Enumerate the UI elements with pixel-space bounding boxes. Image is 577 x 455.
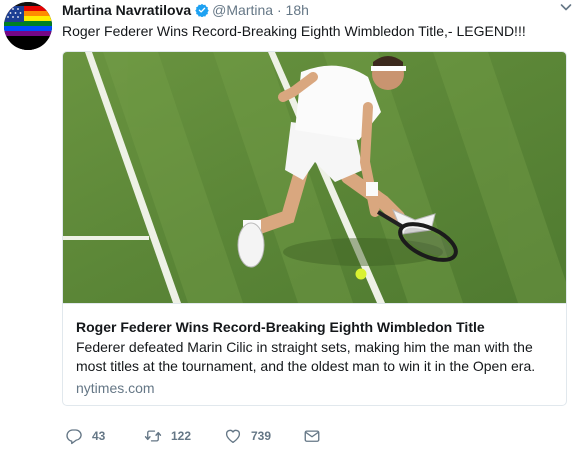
avatar[interactable] bbox=[4, 2, 52, 50]
retweet-count: 122 bbox=[171, 429, 192, 443]
like-icon bbox=[225, 429, 241, 444]
reply-button[interactable]: 43 bbox=[65, 426, 105, 446]
card-body: Roger Federer Wins Record-Breaking Eight… bbox=[63, 303, 566, 405]
like-button[interactable]: 739 bbox=[224, 426, 271, 446]
card-image bbox=[63, 52, 566, 303]
retweet-icon bbox=[144, 430, 162, 442]
reply-count: 43 bbox=[92, 429, 106, 443]
tweet-header: Martina Navratilova @Martina · 18h bbox=[62, 2, 569, 22]
link-card[interactable]: Roger Federer Wins Record-Breaking Eight… bbox=[62, 51, 567, 406]
card-domain: nytimes.com bbox=[76, 380, 155, 396]
direct-message-button[interactable] bbox=[303, 426, 321, 446]
tweet-text: Roger Federer Wins Record-Breaking Eight… bbox=[62, 23, 526, 39]
reply-icon bbox=[66, 429, 82, 445]
avatar-flag-image bbox=[4, 2, 52, 50]
chevron-down-icon[interactable] bbox=[559, 0, 573, 14]
display-name[interactable]: Martina Navratilova bbox=[62, 2, 191, 18]
tweet-actions: 43 122 739 bbox=[62, 426, 562, 448]
card-title[interactable]: Roger Federer Wins Record-Breaking Eight… bbox=[76, 318, 485, 336]
verified-badge-icon bbox=[195, 3, 209, 17]
separator-dot: · bbox=[276, 2, 282, 18]
like-count: 739 bbox=[251, 429, 272, 443]
retweet-button[interactable]: 122 bbox=[144, 426, 191, 446]
card-description: Federer defeated Marin Cilic in straight… bbox=[76, 339, 536, 374]
handle[interactable]: @Martina bbox=[212, 2, 273, 18]
direct-message-icon bbox=[304, 430, 320, 442]
timestamp[interactable]: 18h bbox=[286, 2, 309, 18]
tweet: Martina Navratilova @Martina · 18h Roger… bbox=[0, 0, 577, 455]
